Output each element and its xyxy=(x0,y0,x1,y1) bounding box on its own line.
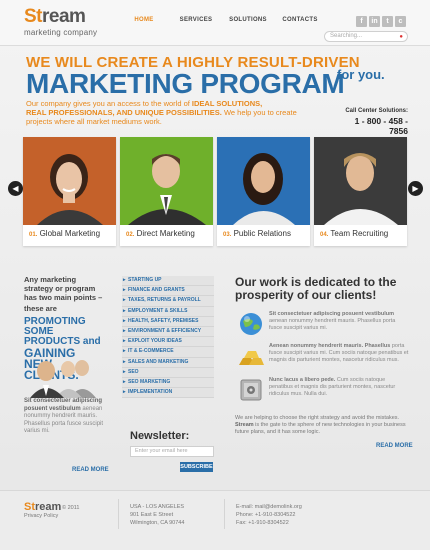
person-photo xyxy=(217,137,310,225)
these-are-text: these are xyxy=(24,304,57,313)
hero-description: Our company gives you an access to the w… xyxy=(26,99,297,126)
menu-item[interactable]: SALES AND MARKETING xyxy=(122,357,214,368)
logo[interactable]: Stream marketing company xyxy=(24,6,98,38)
services-menu: STARTING UP FINANCE AND GRANTS TAXES, RE… xyxy=(122,276,214,399)
gallery-card-direct-marketing[interactable]: 02. Direct Marketing xyxy=(120,137,213,246)
menu-item[interactable]: IMPLEMENTATION xyxy=(122,388,214,399)
left-small-text: Sit consectetuer adipiscing posuent vest… xyxy=(24,398,104,434)
hero-headline-suffix: for you. xyxy=(337,67,385,82)
feature-item: Nunc lacus a libero pede. Cum sociis nat… xyxy=(235,377,410,405)
right-read-more-link[interactable]: READ MORE xyxy=(376,443,413,449)
right-description: We are helping to choose the right strat… xyxy=(235,415,406,435)
menu-item[interactable]: EMPLOYMENT & SKILLS xyxy=(122,306,214,317)
nav-home[interactable]: HOME xyxy=(118,17,170,23)
menu-item[interactable]: FINANCE AND GRANTS xyxy=(122,286,214,297)
globe-icon xyxy=(237,311,265,337)
footer-logo[interactable]: Stream xyxy=(24,501,61,513)
gallery-card-public-relations[interactable]: 03. Public Relations xyxy=(217,137,310,246)
card-caption: 04. Team Recruiting xyxy=(320,229,389,238)
person-photo xyxy=(314,137,407,225)
card-caption: 01. Global Marketing xyxy=(29,229,101,238)
footer-address: USA - LOS ANGELES 901 East E Street Wilm… xyxy=(130,504,185,526)
twitter-icon[interactable]: t xyxy=(382,16,393,27)
menu-item[interactable]: TAXES, RETURNS & PAYROLL xyxy=(122,296,214,307)
hero-headline-main: MARKETING PROGRAM xyxy=(26,68,345,99)
nav-solutions[interactable]: SOLUTIONS xyxy=(222,17,274,23)
menu-item[interactable]: SEO xyxy=(122,367,214,378)
gallery-next-arrow[interactable]: ▶ xyxy=(408,181,423,196)
page: Stream marketing company HOME SERVICES S… xyxy=(0,0,430,550)
search-input[interactable]: Searching... ● xyxy=(324,31,408,42)
facebook-icon[interactable]: f xyxy=(356,16,367,27)
menu-item[interactable]: IT & E-COMMERCE xyxy=(122,347,214,358)
nav-services[interactable]: SERVICES xyxy=(170,17,222,23)
business-team-photo xyxy=(24,358,104,398)
footer-copyright: © 2011 xyxy=(62,505,80,511)
linkedin-icon[interactable]: in xyxy=(369,16,380,27)
privacy-policy-link[interactable]: Privacy Policy xyxy=(24,513,58,519)
menu-item[interactable]: STARTING UP xyxy=(122,276,214,287)
newsletter-placeholder: Enter your email here xyxy=(135,448,188,454)
newsletter-email-input[interactable]: Enter your email here xyxy=(130,446,214,457)
card-caption: 02. Direct Marketing xyxy=(126,229,195,238)
header: Stream marketing company HOME SERVICES S… xyxy=(0,0,430,46)
feature-item: Sit consectetuer adipiscing posuent vest… xyxy=(235,311,410,339)
search-placeholder: Searching... xyxy=(330,33,363,39)
social-links: f in t c xyxy=(356,16,406,27)
call-center-label: Call Center Solutions: xyxy=(345,108,408,114)
menu-item[interactable]: EXPLOIT YOUR IDEAS xyxy=(122,337,214,348)
menu-item[interactable]: ENVIRONMENT & EFFICIENCY xyxy=(122,326,214,338)
footer-contact: E-mail: mail@demolink.org Phone: +1-910-… xyxy=(236,503,302,526)
feature-text: Nunc lacus a libero pede. Cum sociis nat… xyxy=(269,377,396,397)
right-title: Our work is dedicated to the prosperity … xyxy=(235,275,397,302)
logo-tagline: marketing company xyxy=(24,28,98,37)
search-icon[interactable]: ● xyxy=(399,33,403,42)
newsletter-title: Newsletter: xyxy=(130,430,190,442)
main-nav: HOME SERVICES SOLUTIONS CONTACTS xyxy=(118,17,326,23)
skype-icon[interactable]: c xyxy=(395,16,406,27)
card-caption: 03. Public Relations xyxy=(223,229,291,238)
feature-text: Aenean nonummy hendrerit mauris. Phasell… xyxy=(269,343,409,363)
footer-divider xyxy=(224,499,225,529)
footer xyxy=(0,490,430,550)
subscribe-button[interactable]: SUBSCRIBE xyxy=(180,462,213,472)
nav-contacts[interactable]: CONTACTS xyxy=(274,17,326,23)
call-center: Call Center Solutions: 1 - 800 - 458 - 7… xyxy=(336,108,408,136)
intro-text: Any marketing strategy or program has tw… xyxy=(24,275,103,302)
gallery-prev-arrow[interactable]: ◀ xyxy=(8,181,23,196)
footer-divider xyxy=(118,499,119,529)
feature-text: Sit consectetuer adipiscing posuent vest… xyxy=(269,311,396,331)
left-read-more-link[interactable]: READ MORE xyxy=(72,467,109,473)
feature-item: Aenean nonummy hendrerit mauris. Phasell… xyxy=(235,343,410,371)
person-photo xyxy=(23,137,116,225)
menu-item[interactable]: HEALTH, SAFETY, PREMISES xyxy=(122,316,214,327)
gold-bars-icon xyxy=(237,343,265,369)
gallery-card-team-recruiting[interactable]: 04. Team Recruiting xyxy=(314,137,407,246)
gallery-card-global-marketing[interactable]: 01. Global Marketing xyxy=(23,137,116,246)
footer-email-link[interactable]: E-mail: mail@demolink.org xyxy=(236,503,302,511)
menu-item[interactable]: SEO MARKETING xyxy=(122,377,214,389)
safe-icon xyxy=(237,377,265,403)
person-photo xyxy=(120,137,213,225)
logo-wordmark: Stream xyxy=(24,6,86,27)
promoting-text: PROMOTING SOME PRODUCTS and xyxy=(24,316,101,347)
call-center-phone: 1 - 800 - 458 - 7856 xyxy=(354,116,408,136)
